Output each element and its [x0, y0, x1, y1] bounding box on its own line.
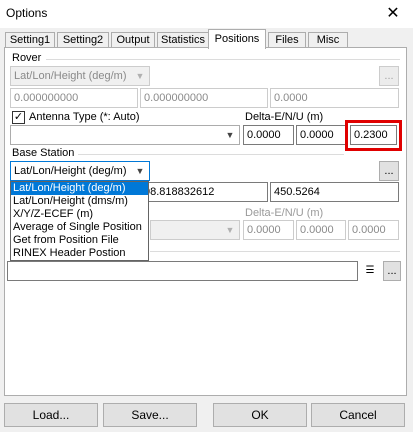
antenna-type-label: Antenna Type (*: Auto) [29, 111, 140, 123]
station-divider [150, 251, 400, 252]
antenna-type-select[interactable]: ▼ [10, 125, 240, 145]
tab-misc[interactable]: Misc [308, 32, 348, 48]
load-button[interactable]: Load... [4, 403, 98, 427]
station-file-field[interactable] [7, 261, 358, 281]
base-height-field[interactable]: 450.5264 [270, 182, 399, 202]
tab-setting1[interactable]: Setting1 [5, 32, 55, 48]
rover-divider [46, 59, 400, 60]
chevron-down-icon: ▼ [135, 71, 145, 81]
base-format-dropdown: Lat/Lon/Height (deg/m) Lat/Lon/Height (d… [10, 181, 149, 261]
dropdown-option-posfile[interactable]: Get from Position File [11, 234, 148, 247]
close-icon[interactable]: ✕ [381, 2, 405, 26]
chevron-down-icon: ▼ [225, 130, 235, 140]
base-delta-u-field[interactable]: 0.0000 [348, 220, 399, 240]
base-delta-label: Delta-E/N/U (m) [245, 207, 324, 219]
station-file-browse-button[interactable]: ... [383, 261, 401, 281]
rover-delta-e-field[interactable]: 0.0000 [243, 125, 294, 145]
base-group-label: Base Station [12, 147, 75, 159]
rover-format-select[interactable]: Lat/Lon/Height (deg/m) ▼ [10, 66, 150, 86]
base-delta-e-field[interactable]: 0.0000 [243, 220, 294, 240]
dropdown-option-deg[interactable]: Lat/Lon/Height (deg/m) [11, 182, 148, 195]
rover-lon-field[interactable]: 0.000000000 [140, 88, 268, 108]
tab-files[interactable]: Files [268, 32, 306, 48]
tab-positions[interactable]: Positions [208, 29, 266, 49]
base-antenna-select[interactable]: ▼ [150, 220, 240, 240]
rover-height-field[interactable]: 0.0000 [270, 88, 399, 108]
cancel-button[interactable]: Cancel [311, 403, 405, 427]
title-bar: Options ✕ [0, 0, 413, 28]
rover-browse-button[interactable]: ... [379, 66, 399, 86]
base-divider [78, 154, 344, 155]
base-lon-field[interactable]: 98.818832612 [140, 182, 268, 202]
dropdown-option-ecef[interactable]: X/Y/Z-ECEF (m) [11, 208, 148, 221]
base-format-select[interactable]: Lat/Lon/Height (deg/m) ▼ [10, 161, 150, 181]
dropdown-option-dms[interactable]: Lat/Lon/Height (dms/m) [11, 195, 148, 208]
tab-output[interactable]: Output [111, 32, 155, 48]
antenna-checkbox[interactable]: ✓ [12, 111, 25, 124]
base-delta-n-field[interactable]: 0.0000 [296, 220, 346, 240]
rover-delta-n-field[interactable]: 0.0000 [296, 125, 346, 145]
window-title: Options [6, 6, 48, 20]
rover-delta-label: Delta-E/N/U (m) [245, 111, 324, 123]
dropdown-option-rinex[interactable]: RINEX Header Postion [11, 247, 148, 260]
highlight-box [345, 120, 402, 151]
base-browse-button[interactable]: ... [379, 161, 399, 181]
tab-setting2[interactable]: Setting2 [57, 32, 109, 48]
rover-group-label: Rover [12, 52, 42, 64]
dropdown-option-average[interactable]: Average of Single Position [11, 221, 148, 234]
save-button[interactable]: Save... [103, 403, 197, 427]
chevron-down-icon: ▼ [225, 225, 235, 235]
tab-statistics[interactable]: Statistics [157, 32, 209, 48]
rover-lat-field[interactable]: 0.000000000 [10, 88, 138, 108]
file-list-icon[interactable]: ☰ [363, 264, 377, 278]
chevron-down-icon: ▼ [135, 166, 145, 176]
ok-button[interactable]: OK [213, 403, 307, 427]
